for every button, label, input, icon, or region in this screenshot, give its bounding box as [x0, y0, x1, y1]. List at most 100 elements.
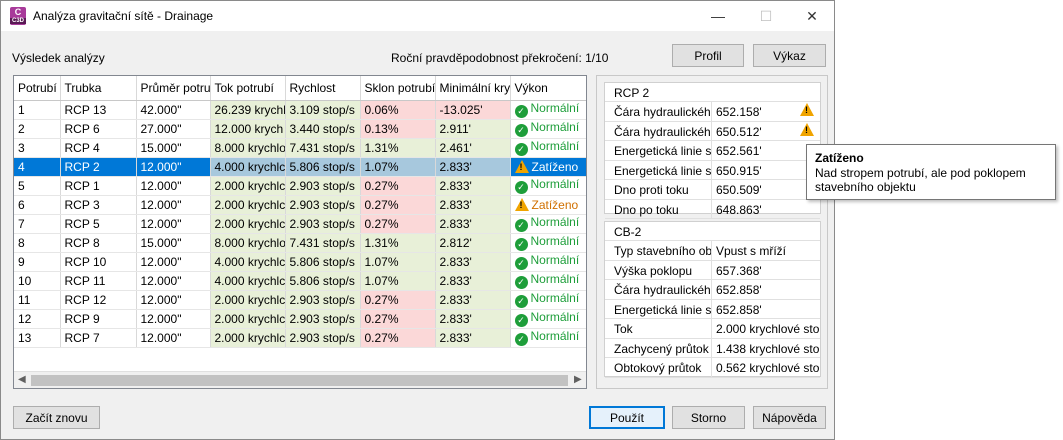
cell-flow[interactable]: 4.000 krychlc: [210, 252, 286, 272]
cell-performance[interactable]: ✓ Normální: [510, 100, 586, 120]
cell-diameter[interactable]: 15.000": [136, 138, 211, 158]
cell-velocity[interactable]: 3.440 stop/s: [285, 119, 361, 139]
cell-flow[interactable]: 12.000 krych: [210, 119, 286, 139]
cell-velocity[interactable]: 5.806 stop/s: [285, 252, 361, 272]
cell-pipe-number[interactable]: 13: [14, 328, 61, 348]
cell-pipe-number[interactable]: 2: [14, 119, 61, 139]
cell-min-cover[interactable]: 2.812': [435, 233, 511, 253]
cell-slope[interactable]: 0.27%: [360, 309, 436, 329]
column-header-pipe[interactable]: Trubka: [60, 76, 137, 101]
cell-pipe-name[interactable]: RCP 4: [60, 138, 137, 158]
table-row[interactable]: 6 RCP 3 12.000" 2.000 krychlc 2.903 stop/s 0.…: [14, 195, 586, 215]
cell-performance[interactable]: ✓ Normální: [510, 290, 586, 310]
cell-diameter[interactable]: 12.000": [136, 195, 211, 215]
cell-performance[interactable]: ✓ Normální: [510, 271, 586, 291]
cell-velocity[interactable]: 5.806 stop/s: [285, 157, 361, 177]
cell-min-cover[interactable]: 2.833': [435, 271, 511, 291]
table-row[interactable]: 2 RCP 6 27.000" 12.000 krych 3.440 stop/s 0.1…: [14, 119, 586, 139]
cell-slope[interactable]: 1.31%: [360, 233, 436, 253]
cell-pipe-number[interactable]: 12: [14, 309, 61, 329]
cell-performance[interactable]: Zatíženo: [510, 195, 586, 215]
cell-diameter[interactable]: 12.000": [136, 176, 211, 196]
cell-min-cover[interactable]: 2.833': [435, 157, 511, 177]
cell-performance[interactable]: ✓ Normální: [510, 233, 586, 253]
cell-pipe-name[interactable]: RCP 3: [60, 195, 137, 215]
cell-pipe-name[interactable]: RCP 9: [60, 309, 137, 329]
cell-velocity[interactable]: 7.431 stop/s: [285, 138, 361, 158]
cell-velocity[interactable]: 2.903 stop/s: [285, 309, 361, 329]
cell-performance[interactable]: ✓ Normální: [510, 309, 586, 329]
cell-slope[interactable]: 1.07%: [360, 157, 436, 177]
cell-pipe-number[interactable]: 8: [14, 233, 61, 253]
cell-min-cover[interactable]: 2.833': [435, 176, 511, 196]
cell-diameter[interactable]: 15.000": [136, 233, 211, 253]
cell-pipe-name[interactable]: RCP 1: [60, 176, 137, 196]
cell-velocity[interactable]: 2.903 stop/s: [285, 328, 361, 348]
cell-diameter[interactable]: 12.000": [136, 328, 211, 348]
cell-velocity[interactable]: 2.903 stop/s: [285, 195, 361, 215]
column-header-performance[interactable]: Výkon: [510, 76, 586, 101]
cell-flow[interactable]: 2.000 krychlc: [210, 328, 286, 348]
cell-min-cover[interactable]: 2.833': [435, 328, 511, 348]
column-header-pipe-number[interactable]: Potrubí: [14, 76, 61, 101]
cell-min-cover[interactable]: 2.833': [435, 214, 511, 234]
cell-velocity[interactable]: 2.903 stop/s: [285, 176, 361, 196]
close-button[interactable]: ✕: [789, 1, 835, 31]
cell-flow[interactable]: 4.000 krychlc: [210, 271, 286, 291]
cell-flow[interactable]: 4.000 krychlc: [210, 157, 286, 177]
cell-pipe-name[interactable]: RCP 5: [60, 214, 137, 234]
cell-min-cover[interactable]: 2.461': [435, 138, 511, 158]
table-row[interactable]: 10 RCP 11 12.000" 4.000 krychlc 5.806 stop/s…: [14, 271, 586, 291]
help-button[interactable]: Nápověda: [753, 406, 826, 429]
table-row[interactable]: 5 RCP 1 12.000" 2.000 krychlc 2.903 stop/s 0.…: [14, 176, 586, 196]
cell-flow[interactable]: 8.000 krychlo: [210, 138, 286, 158]
cell-slope[interactable]: 1.07%: [360, 252, 436, 272]
cell-slope[interactable]: 0.27%: [360, 176, 436, 196]
apply-button[interactable]: Použít: [589, 406, 665, 429]
cell-flow[interactable]: 26.239 krychl: [210, 100, 286, 120]
cell-pipe-number[interactable]: 1: [14, 100, 61, 120]
cell-diameter[interactable]: 12.000": [136, 252, 211, 272]
cell-min-cover[interactable]: 2.833': [435, 195, 511, 215]
cell-performance[interactable]: ✓ Normální: [510, 328, 586, 348]
cell-min-cover[interactable]: 2.911': [435, 119, 511, 139]
cell-pipe-name[interactable]: RCP 8: [60, 233, 137, 253]
cell-slope[interactable]: 1.31%: [360, 138, 436, 158]
cell-pipe-number[interactable]: 10: [14, 271, 61, 291]
cell-pipe-number[interactable]: 4: [14, 157, 61, 177]
table-row[interactable]: 12 RCP 9 12.000" 2.000 krychlc 2.903 stop/s 0…: [14, 309, 586, 329]
horizontal-scrollbar[interactable]: ◀ ▶: [14, 371, 586, 388]
cell-flow[interactable]: 2.000 krychlc: [210, 290, 286, 310]
cell-pipe-number[interactable]: 5: [14, 176, 61, 196]
cell-flow[interactable]: 2.000 krychlc: [210, 309, 286, 329]
cell-pipe-number[interactable]: 6: [14, 195, 61, 215]
cell-performance[interactable]: Zatíženo: [510, 157, 586, 177]
maximize-button[interactable]: ☐: [743, 1, 789, 31]
table-row[interactable]: 3 RCP 4 15.000" 8.000 krychlo 7.431 stop/s 1.…: [14, 138, 586, 158]
minimize-button[interactable]: —: [695, 1, 741, 31]
scroll-right-icon[interactable]: ▶: [574, 374, 582, 385]
cell-pipe-name[interactable]: RCP 6: [60, 119, 137, 139]
cell-slope[interactable]: 0.06%: [360, 100, 436, 120]
cell-velocity[interactable]: 5.806 stop/s: [285, 271, 361, 291]
cell-pipe-number[interactable]: 11: [14, 290, 61, 310]
cell-flow[interactable]: 2.000 krychlc: [210, 195, 286, 215]
table-row[interactable]: 7 RCP 5 12.000" 2.000 krychlc 2.903 stop/s 0.…: [14, 214, 586, 234]
cell-min-cover[interactable]: 2.833': [435, 290, 511, 310]
cell-pipe-number[interactable]: 7: [14, 214, 61, 234]
table-row[interactable]: 9 RCP 10 12.000" 4.000 krychlc 5.806 stop/s 1…: [14, 252, 586, 272]
cell-performance[interactable]: ✓ Normální: [510, 176, 586, 196]
column-header-flow[interactable]: Tok potrubí: [210, 76, 286, 101]
cell-diameter[interactable]: 12.000": [136, 309, 211, 329]
cell-performance[interactable]: ✓ Normální: [510, 119, 586, 139]
cell-flow[interactable]: 8.000 krychlo: [210, 233, 286, 253]
cell-min-cover[interactable]: 2.833': [435, 252, 511, 272]
cell-slope[interactable]: 1.07%: [360, 271, 436, 291]
cell-slope[interactable]: 0.27%: [360, 214, 436, 234]
cancel-button[interactable]: Storno: [672, 406, 745, 429]
cell-pipe-name[interactable]: RCP 10: [60, 252, 137, 272]
pipe-results-grid[interactable]: Potrubí Trubka Průměr potrubí Tok potrub…: [13, 75, 587, 389]
cell-min-cover[interactable]: 2.833': [435, 309, 511, 329]
cell-diameter[interactable]: 12.000": [136, 290, 211, 310]
cell-velocity[interactable]: 7.431 stop/s: [285, 233, 361, 253]
